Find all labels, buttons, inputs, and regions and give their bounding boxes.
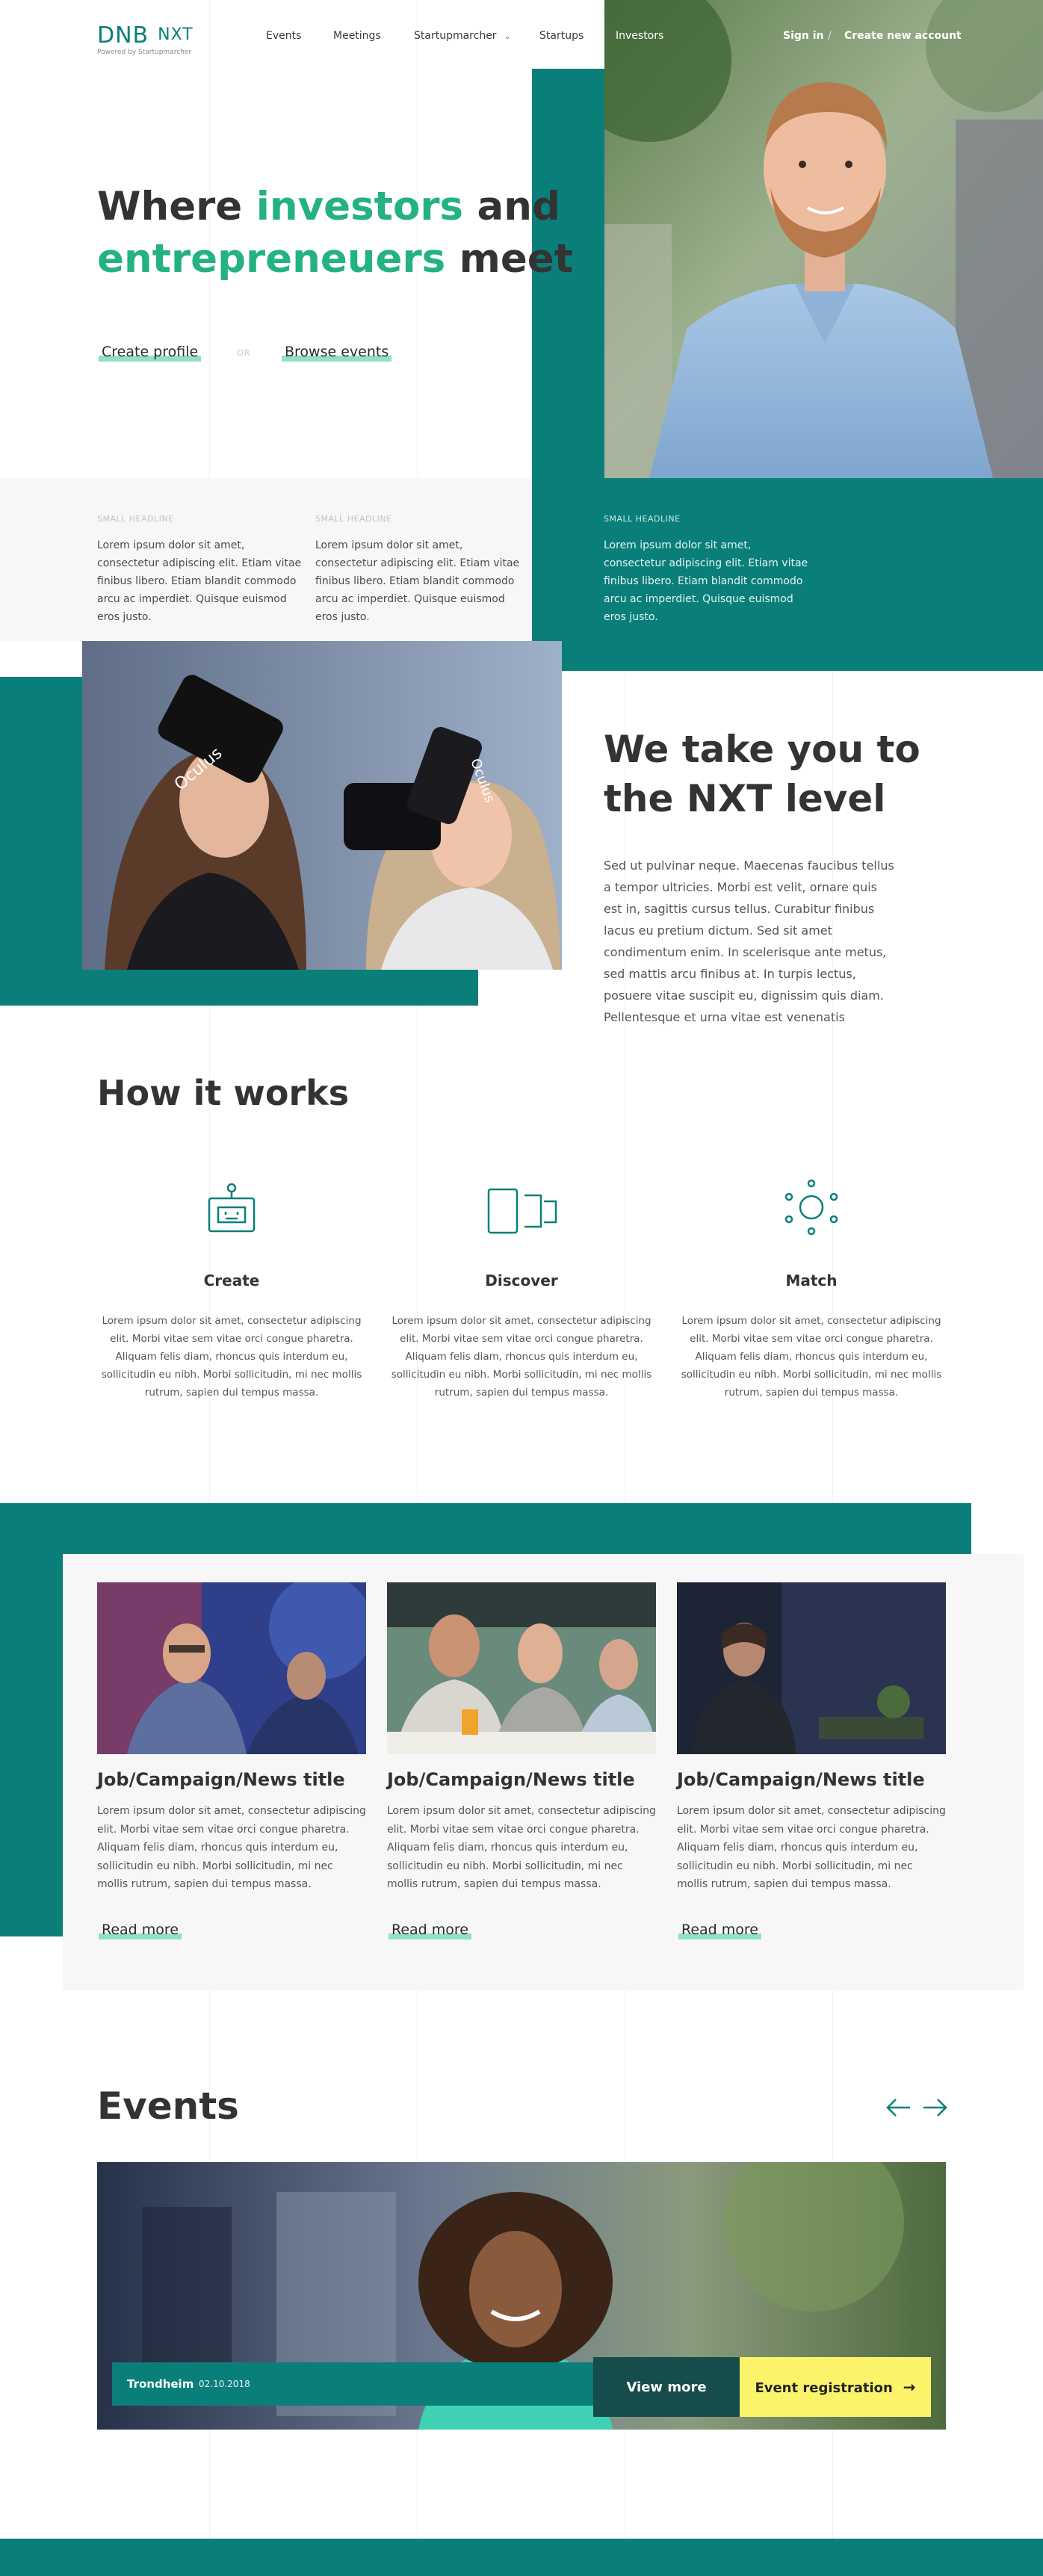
nav-events[interactable]: Events xyxy=(266,30,301,42)
hero-title-highlight: investors xyxy=(256,184,464,229)
step-text: Lorem ipsum dolor sit amet, consectetur … xyxy=(101,1315,362,1399)
top-navigation: DNB NXT Powered by Startupmarcher Events … xyxy=(0,0,1043,69)
create-profile-link[interactable]: Create profile xyxy=(99,344,202,362)
feature-text: Lorem ipsum dolor sit amet, consectetur … xyxy=(97,539,302,623)
event-registration-label: Event registration xyxy=(755,2380,893,2396)
read-more-link[interactable]: Read more xyxy=(678,1922,761,1939)
hero-title-highlight: entrepreneuers xyxy=(97,236,446,282)
event-registration-button[interactable]: Event registration → xyxy=(740,2357,931,2417)
nav-meetings[interactable]: Meetings xyxy=(333,30,381,42)
step-text: Lorem ipsum dolor sit amet, consectetur … xyxy=(391,1315,652,1399)
card-image xyxy=(97,1582,366,1754)
browse-events-link[interactable]: Browse events xyxy=(282,344,392,362)
devices-icon xyxy=(487,1188,559,1239)
create-profile-label: Create profile xyxy=(102,344,199,360)
nxt-title-line: We take you to xyxy=(604,728,920,771)
create-account-link[interactable]: Create new account xyxy=(844,30,962,42)
arrow-right-icon[interactable] xyxy=(922,2098,947,2117)
nav-startupmarcher-label: Startupmarcher xyxy=(414,30,497,42)
card-title: Job/Campaign/News title xyxy=(97,1769,345,1790)
how-it-works-title: How it works xyxy=(97,1073,350,1113)
step-text: Lorem ipsum dolor sit amet, consectetur … xyxy=(681,1315,942,1399)
step-title: Discover xyxy=(485,1272,558,1289)
network-icon xyxy=(783,1179,840,1239)
feature-headline: SMALL HEADLINE xyxy=(97,514,174,524)
robot-icon xyxy=(205,1182,259,1239)
nxt-title: We take you to the NXT level xyxy=(604,725,920,823)
card-title: Job/Campaign/News title xyxy=(387,1769,635,1790)
arrow-right-icon: → xyxy=(903,2378,916,2396)
event-info-bar: Trondheim 02.10.2018 xyxy=(112,2362,593,2406)
browse-events-label: Browse events xyxy=(285,344,389,360)
feature-text: Lorem ipsum dolor sit amet, consectetur … xyxy=(315,539,520,623)
hero-title-part: and xyxy=(463,184,560,229)
nxt-title-line: the NXT level xyxy=(604,777,886,820)
vr-photo: Oculus Oculus xyxy=(82,641,562,970)
step-title: Match xyxy=(785,1272,838,1289)
step-title: Create xyxy=(203,1272,260,1289)
sign-in-link[interactable]: Sign in xyxy=(783,30,824,42)
logo-tagline: Powered by Startupmarcher xyxy=(97,49,192,56)
card-title: Job/Campaign/News title xyxy=(677,1769,925,1790)
card-image xyxy=(387,1582,656,1754)
view-more-button[interactable]: View more xyxy=(593,2357,740,2417)
hero-title-part: meet xyxy=(445,236,574,282)
read-more-link[interactable]: Read more xyxy=(389,1922,471,1939)
nav-separator: / xyxy=(828,30,832,42)
footer-strip xyxy=(0,2539,1043,2576)
read-more-label: Read more xyxy=(391,1922,468,1938)
nxt-paragraph: Sed ut pulvinar neque. Maecenas faucibus… xyxy=(604,858,894,1024)
nav-startups[interactable]: Startups xyxy=(539,30,584,42)
hero-title-part: Where xyxy=(97,184,256,229)
read-more-label: Read more xyxy=(681,1922,758,1938)
read-more-link[interactable]: Read more xyxy=(99,1922,182,1939)
feature-headline: SMALL HEADLINE xyxy=(315,514,392,524)
hero-photo xyxy=(604,0,1043,478)
events-title: Events xyxy=(97,2084,239,2128)
card-text: Lorem ipsum dolor sit amet, consectetur … xyxy=(677,1805,946,1890)
logo-mark: DNB xyxy=(97,22,149,49)
chevron-down-icon: ⌄ xyxy=(504,31,511,41)
read-more-label: Read more xyxy=(102,1922,179,1938)
card-text: Lorem ipsum dolor sit amet, consectetur … xyxy=(387,1805,656,1890)
feature-text: Lorem ipsum dolor sit amet, consectetur … xyxy=(604,539,808,623)
card-text: Lorem ipsum dolor sit amet, consectetur … xyxy=(97,1805,366,1890)
logo[interactable]: DNB NXT Powered by Startupmarcher xyxy=(97,22,194,56)
or-separator: OR xyxy=(237,348,251,358)
feature-headline: SMALL HEADLINE xyxy=(604,514,681,524)
logo-suffix: NXT xyxy=(158,25,194,44)
hero-title: Where investors and entrepreneuers meet xyxy=(97,181,573,285)
nav-investors[interactable]: Investors xyxy=(616,30,663,42)
arrow-left-icon[interactable] xyxy=(886,2098,912,2117)
event-date: 02.10.2018 xyxy=(199,2379,250,2389)
nav-startupmarcher[interactable]: Startupmarcher ⌄ xyxy=(414,30,511,42)
card-image xyxy=(677,1582,946,1754)
event-city: Trondheim xyxy=(127,2377,194,2391)
